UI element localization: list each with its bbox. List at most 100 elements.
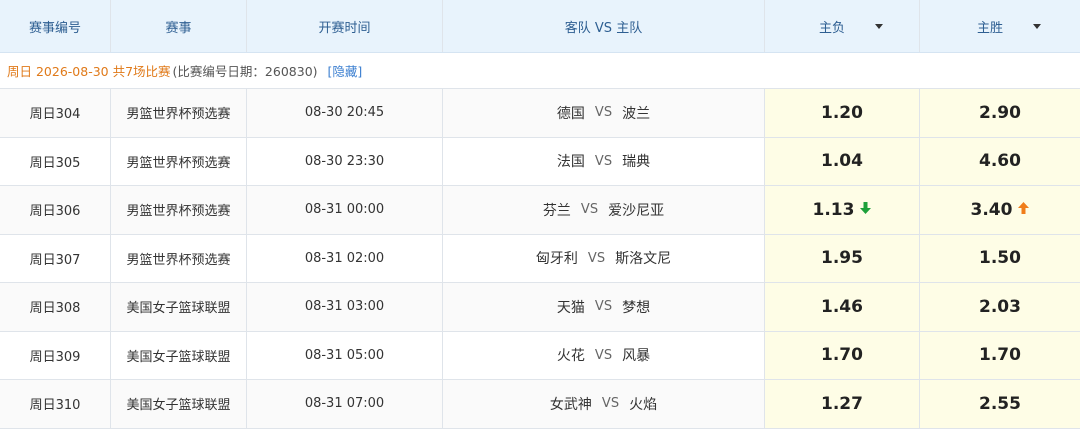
arrow-down-icon — [860, 201, 872, 218]
table-row: 周日309 美国女子篮球联盟 08-31 05:00 火花 VS 风暴 1.70 1.70 — [0, 331, 1080, 380]
date-summary: 周日 2026-08-30 共7场比赛 — [7, 64, 171, 79]
home-lose-odds[interactable]: 1.95 — [765, 234, 920, 282]
home-lose-odds[interactable]: 1.04 — [765, 137, 920, 185]
table-row: 周日305 男篮世界杯预选赛 08-30 23:30 法国 VS 瑞典 1.04 4.60 — [0, 137, 1080, 186]
sort-caret-icon[interactable] — [1033, 24, 1041, 29]
home-team: 斯洛文尼 — [615, 251, 672, 268]
vs-label: VS — [594, 347, 613, 363]
home-win-odds-value: 1.70 — [979, 345, 1021, 366]
match-id: 周日304 — [0, 89, 111, 137]
home-win-odds[interactable]: 2.03 — [920, 283, 1080, 331]
league-name: 男篮世界杯预选赛 — [111, 89, 247, 137]
teams: 匈牙利 VS 斯洛文尼 — [443, 234, 765, 282]
vs-label: VS — [580, 202, 599, 218]
vs-label: VS — [587, 250, 606, 266]
away-team: 火花 — [556, 348, 585, 365]
sort-caret-icon[interactable] — [875, 24, 883, 29]
home-win-odds[interactable]: 1.50 — [920, 234, 1080, 282]
league-name: 美国女子篮球联盟 — [111, 331, 247, 379]
home-win-odds-value: 2.55 — [979, 393, 1021, 414]
home-team: 风暴 — [622, 348, 651, 365]
home-team: 瑞典 — [622, 154, 651, 171]
home-win-odds-value: 2.03 — [979, 296, 1021, 317]
start-time: 08-31 02:00 — [247, 234, 443, 282]
vs-label: VS — [594, 105, 613, 121]
odds-table: 赛事编号 赛事 开赛时间 客队 VS 主队 主负 主胜 周日 2026-08-3… — [0, 0, 1080, 429]
match-id: 周日306 — [0, 186, 111, 234]
header-home-lose[interactable]: 主负 — [765, 0, 920, 52]
table-row: 周日304 男篮世界杯预选赛 08-30 20:45 德国 VS 波兰 1.20 2.90 — [0, 89, 1080, 138]
header-home-win[interactable]: 主胜 — [920, 0, 1080, 52]
teams: 火花 VS 风暴 — [443, 331, 765, 379]
home-win-odds-value: 1.50 — [979, 248, 1021, 269]
hide-link[interactable]: [隐藏] — [328, 61, 363, 80]
home-win-odds-value: 4.60 — [979, 151, 1021, 172]
match-id: 周日309 — [0, 331, 111, 379]
home-lose-odds[interactable]: 1.20 — [765, 89, 920, 137]
start-time: 08-31 05:00 — [247, 331, 443, 379]
table-row: 周日307 男篮世界杯预选赛 08-31 02:00 匈牙利 VS 斯洛文尼 1.95 1.5… — [0, 234, 1080, 283]
away-team: 匈牙利 — [535, 251, 578, 268]
match-id: 周日307 — [0, 234, 111, 282]
away-team: 德国 — [556, 105, 585, 122]
home-lose-odds-value: 1.04 — [821, 151, 863, 172]
away-team: 法国 — [556, 154, 585, 171]
header-home-lose-label: 主负 — [818, 20, 845, 36]
start-time: 08-31 03:00 — [247, 283, 443, 331]
home-lose-odds[interactable]: 1.46 — [765, 283, 920, 331]
match-id: 周日308 — [0, 283, 111, 331]
home-win-odds[interactable]: 4.60 — [920, 137, 1080, 185]
away-team: 天猫 — [556, 299, 585, 316]
teams: 芬兰 VS 爱沙尼亚 — [443, 186, 765, 234]
home-win-odds[interactable]: 2.55 — [920, 380, 1080, 428]
match-id: 周日305 — [0, 137, 111, 185]
home-team: 波兰 — [622, 105, 651, 122]
start-time: 08-30 20:45 — [247, 89, 443, 137]
home-lose-odds-value: 1.95 — [821, 248, 863, 269]
start-time: 08-31 07:00 — [247, 380, 443, 428]
home-win-odds-value: 2.90 — [979, 102, 1021, 123]
home-win-odds[interactable]: 1.70 — [920, 331, 1080, 379]
table-row: 周日306 男篮世界杯预选赛 08-31 00:00 芬兰 VS 爱沙尼亚 1.13 3.40 — [0, 186, 1080, 235]
league-name: 美国女子篮球联盟 — [111, 283, 247, 331]
home-lose-odds-value: 1.13 — [812, 199, 855, 220]
home-lose-odds-value: 1.27 — [821, 393, 863, 414]
home-win-odds[interactable]: 2.90 — [920, 89, 1080, 137]
teams: 法国 VS 瑞典 — [443, 137, 765, 185]
vs-label: VS — [594, 299, 613, 315]
league-name: 男篮世界杯预选赛 — [111, 234, 247, 282]
date-code: (比赛编号日期：260830) — [172, 64, 318, 79]
header-teams: 客队 VS 主队 — [443, 0, 765, 52]
table-row: 周日310 美国女子篮球联盟 08-31 07:00 女武神 VS 火焰 1.27 2.55 — [0, 380, 1080, 429]
header-league: 赛事 — [111, 0, 247, 52]
home-win-odds[interactable]: 3.40 — [920, 186, 1080, 234]
home-lose-odds-value: 1.46 — [821, 296, 863, 317]
header-match-id: 赛事编号 — [0, 0, 111, 52]
league-name: 男篮世界杯预选赛 — [111, 186, 247, 234]
home-lose-odds-value: 1.20 — [821, 102, 863, 123]
home-team: 火焰 — [629, 396, 658, 413]
league-name: 男篮世界杯预选赛 — [111, 137, 247, 185]
home-win-odds-value: 3.40 — [970, 199, 1013, 220]
arrow-up-icon — [1018, 201, 1030, 218]
vs-label: VS — [601, 396, 620, 412]
table-header: 赛事编号 赛事 开赛时间 客队 VS 主队 主负 主胜 — [0, 0, 1080, 53]
home-lose-odds[interactable]: 1.13 — [765, 186, 920, 234]
league-name: 美国女子篮球联盟 — [111, 380, 247, 428]
header-start-time: 开赛时间 — [247, 0, 443, 52]
home-lose-odds-value: 1.70 — [821, 345, 863, 366]
match-id: 周日310 — [0, 380, 111, 428]
home-lose-odds[interactable]: 1.27 — [765, 380, 920, 428]
date-bar: 周日 2026-08-30 共7场比赛 (比赛编号日期：260830) [隐藏] — [0, 53, 1080, 89]
home-lose-odds[interactable]: 1.70 — [765, 331, 920, 379]
start-time: 08-31 00:00 — [247, 186, 443, 234]
home-team: 爱沙尼亚 — [608, 202, 665, 219]
table-body: 周日304 男篮世界杯预选赛 08-30 20:45 德国 VS 波兰 1.20 2.90 周日… — [0, 89, 1080, 429]
teams: 德国 VS 波兰 — [443, 89, 765, 137]
teams: 女武神 VS 火焰 — [443, 380, 765, 428]
start-time: 08-30 23:30 — [247, 137, 443, 185]
vs-label: VS — [594, 153, 613, 169]
away-team: 芬兰 — [542, 202, 571, 219]
header-home-win-label: 主胜 — [976, 20, 1003, 36]
teams: 天猫 VS 梦想 — [443, 283, 765, 331]
